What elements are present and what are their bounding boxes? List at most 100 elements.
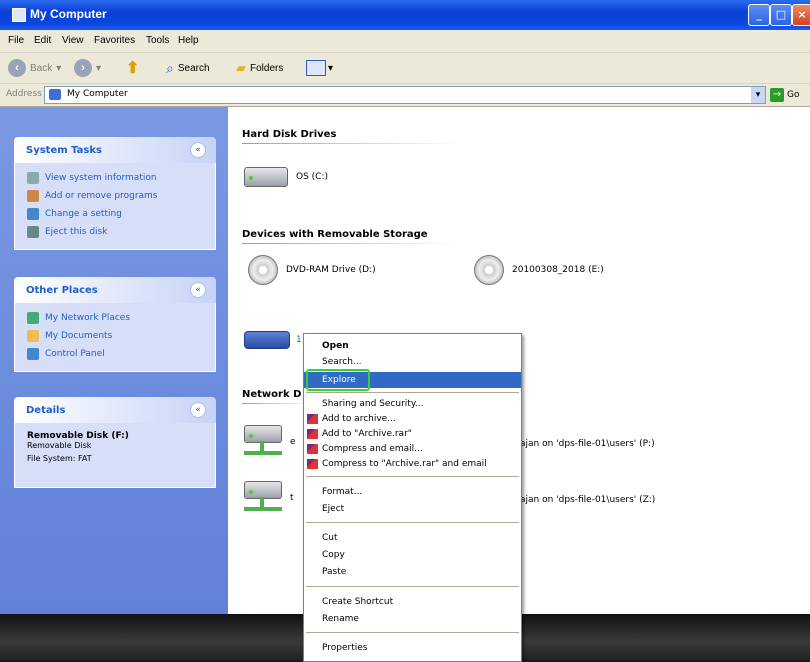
menu-item-search[interactable]: Search... xyxy=(304,354,521,370)
winrar-icon xyxy=(307,459,318,469)
winrar-icon xyxy=(307,444,318,454)
menu-item-create-shortcut[interactable]: Create Shortcut xyxy=(304,594,521,610)
search-label: Search xyxy=(177,62,210,74)
folders-label: Folders xyxy=(250,62,284,74)
details-header[interactable]: Details « xyxy=(14,397,216,423)
drive-os-c[interactable]: OS (C:) xyxy=(244,167,328,187)
menu-item-add-to-archive-rar[interactable]: Add to "Archive.rar" xyxy=(304,426,521,442)
drive-label-prefix: t xyxy=(290,493,294,503)
network-drive-p-label: ajan on 'dps-file-01\users' (P:) xyxy=(520,439,655,449)
forward-button[interactable]: › ▾ xyxy=(74,57,101,79)
back-button[interactable]: ‹ Back ▾ xyxy=(8,57,61,79)
system-tasks-header[interactable]: System Tasks « xyxy=(14,137,216,163)
section-removable-storage: Devices with Removable Storage xyxy=(242,229,428,240)
go-label: Go xyxy=(787,90,800,100)
menu-view[interactable]: View xyxy=(62,35,84,46)
menu-item-format[interactable]: Format... xyxy=(304,484,521,500)
address-field[interactable]: My Computer ▾ xyxy=(44,86,766,104)
drive-label-prefix: e xyxy=(290,437,296,447)
menu-item-paste[interactable]: Paste xyxy=(304,564,521,580)
task-add-remove-programs[interactable]: Add or remove programs xyxy=(27,187,205,205)
drive-label: 1 xyxy=(296,335,302,345)
menu-separator xyxy=(306,522,519,523)
menu-item-copy[interactable]: Copy xyxy=(304,547,521,563)
system-info-icon xyxy=(27,172,39,184)
drive-label: 20100308_2018 (E:) xyxy=(512,265,604,275)
go-button[interactable]: → Go xyxy=(770,86,808,104)
network-drive-z-label: ajan on 'dps-file-01\users' (Z:) xyxy=(520,495,656,505)
drive-dvd-ram-d[interactable]: DVD-RAM Drive (D:) xyxy=(248,255,376,285)
menu-item-cut[interactable]: Cut xyxy=(304,530,521,546)
menu-tools[interactable]: Tools xyxy=(146,35,169,46)
search-icon: ⌕ xyxy=(166,59,174,76)
menu-bar: File Edit View Favorites Tools Help xyxy=(0,30,810,80)
winrar-icon xyxy=(307,414,318,424)
address-value: My Computer xyxy=(67,89,128,99)
folders-button[interactable]: ▰ Folders xyxy=(236,57,283,79)
menu-help[interactable]: Help xyxy=(178,35,199,46)
section-divider xyxy=(242,143,462,144)
other-places-panel: Other Places « My Network Places My Docu… xyxy=(14,277,216,372)
window-title: My Computer xyxy=(30,7,107,21)
drive-label: OS (C:) xyxy=(296,172,328,182)
folder-icon: ▰ xyxy=(236,60,246,75)
task-view-system-info[interactable]: View system information xyxy=(27,169,205,187)
menu-item-eject[interactable]: Eject xyxy=(304,501,521,517)
address-bar: Address My Computer ▾ → Go xyxy=(0,84,810,107)
dvd-drive-icon xyxy=(248,255,278,285)
menu-file[interactable]: File xyxy=(8,35,24,46)
menu-item-rename[interactable]: Rename xyxy=(304,611,521,627)
my-computer-icon xyxy=(12,8,26,22)
up-folder-button[interactable]: ⬆ xyxy=(126,57,139,79)
winrar-icon xyxy=(307,429,318,439)
my-computer-icon xyxy=(49,89,61,100)
address-label: Address xyxy=(6,89,42,99)
collapse-chevron-icon[interactable]: « xyxy=(190,142,206,158)
network-drive-z[interactable]: t xyxy=(244,481,294,515)
back-label: Back xyxy=(30,62,53,74)
collapse-chevron-icon[interactable]: « xyxy=(190,282,206,298)
views-button[interactable]: ▾ xyxy=(306,57,333,79)
place-control-panel[interactable]: Control Panel xyxy=(27,345,205,363)
maximize-button[interactable]: □ xyxy=(770,4,792,26)
place-my-network-places[interactable]: My Network Places xyxy=(27,309,205,327)
task-eject-disk[interactable]: Eject this disk xyxy=(27,223,205,241)
drive-e[interactable]: 20100308_2018 (E:) xyxy=(474,255,604,285)
forward-arrow-icon: › xyxy=(74,59,92,77)
menu-item-properties[interactable]: Properties xyxy=(304,640,521,656)
menu-item-compress-rar-email[interactable]: Compress to "Archive.rar" and email xyxy=(304,456,521,472)
drive-removable-f[interactable]: 1 xyxy=(244,331,302,349)
close-button[interactable]: × xyxy=(792,4,810,26)
menu-item-sharing-security[interactable]: Sharing and Security... xyxy=(304,396,521,412)
panel-title: System Tasks xyxy=(26,145,102,156)
control-panel-icon xyxy=(27,348,39,360)
address-dropdown-icon[interactable]: ▾ xyxy=(751,87,765,103)
dvd-drive-icon xyxy=(474,255,504,285)
menu-item-open[interactable]: Open xyxy=(304,338,521,354)
menu-item-add-to-archive[interactable]: Add to archive... xyxy=(304,411,521,427)
removable-disk-icon xyxy=(244,331,290,349)
go-arrow-icon: → xyxy=(770,88,784,102)
drive-label: DVD-RAM Drive (D:) xyxy=(286,265,376,275)
menu-favorites[interactable]: Favorites xyxy=(94,35,135,46)
place-my-documents[interactable]: My Documents xyxy=(27,327,205,345)
collapse-chevron-icon[interactable]: « xyxy=(190,402,206,418)
search-button[interactable]: ⌕ Search xyxy=(166,57,210,79)
task-change-setting[interactable]: Change a setting xyxy=(27,205,205,223)
menu-separator xyxy=(306,476,519,477)
programs-icon xyxy=(27,190,39,202)
hard-disk-icon xyxy=(244,167,288,187)
menu-separator xyxy=(306,586,519,587)
network-drive-p[interactable]: e xyxy=(244,425,296,459)
network-drive-icon xyxy=(244,425,284,459)
title-bar[interactable]: My Computer _ □ × xyxy=(0,0,810,30)
eject-icon xyxy=(27,226,39,238)
minimize-button[interactable]: _ xyxy=(748,4,770,26)
menu-edit[interactable]: Edit xyxy=(34,35,51,46)
other-places-header[interactable]: Other Places « xyxy=(14,277,216,303)
menu-item-compress-email[interactable]: Compress and email... xyxy=(304,441,521,457)
section-divider xyxy=(242,243,462,244)
menu-separator xyxy=(306,632,519,633)
panel-title: Details xyxy=(26,405,66,416)
views-icon xyxy=(306,60,326,76)
